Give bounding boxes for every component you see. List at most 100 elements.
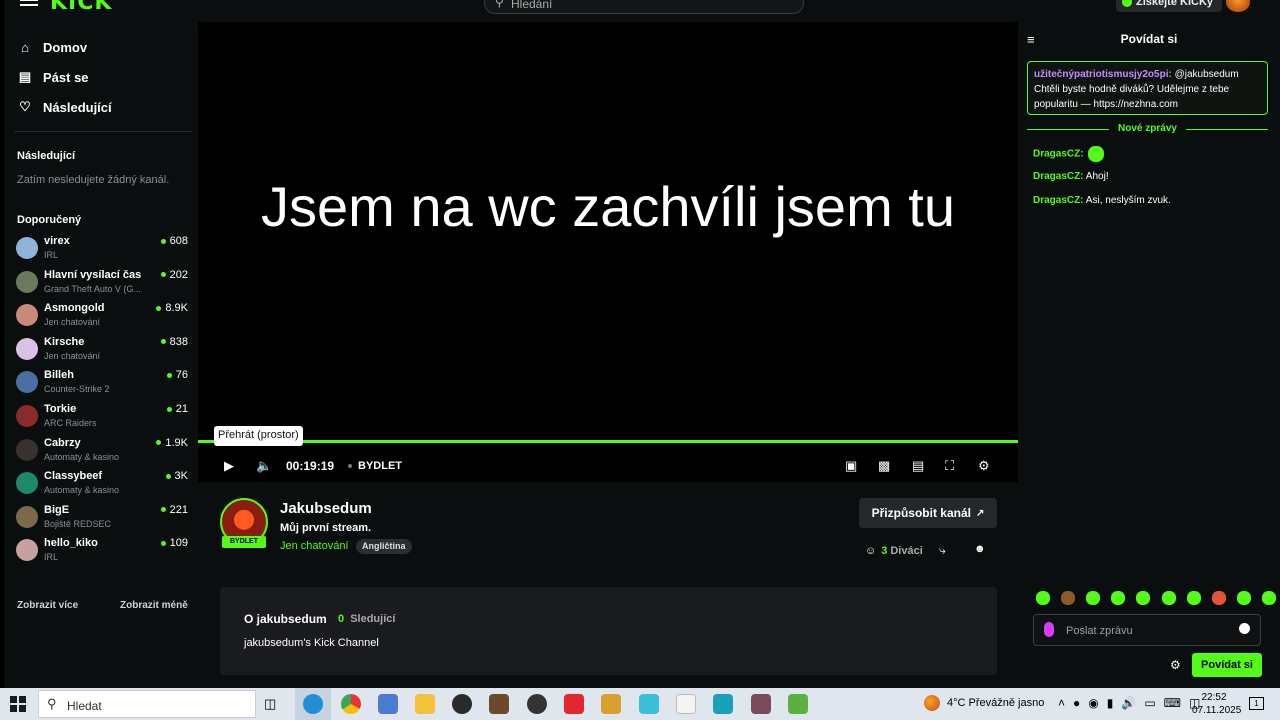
emote-icon[interactable] xyxy=(1136,591,1151,605)
language-tag[interactable]: Angličtina xyxy=(356,539,412,554)
recommended-channel[interactable]: Classybeef Automaty & kasino 3K xyxy=(16,468,188,498)
emote-icon[interactable] xyxy=(1061,591,1076,605)
channel-category: Automaty & kasino xyxy=(44,485,120,496)
clock-date: 07.11.2025 xyxy=(1192,705,1242,716)
nav-home[interactable]: ⌂ Domov xyxy=(16,36,87,58)
windows-start-icon[interactable] xyxy=(10,696,26,712)
chat-input[interactable] xyxy=(1033,614,1261,646)
pinned-user[interactable]: užitečnýpatriotismusjy2o5pi: xyxy=(1034,69,1172,80)
emote-icon[interactable] xyxy=(1111,591,1126,605)
app-icon[interactable] xyxy=(527,694,547,714)
show-more-link[interactable]: Zobrazit více xyxy=(17,600,78,611)
app-icon[interactable] xyxy=(639,694,659,714)
external-link-icon: ↗ xyxy=(975,507,985,519)
nav-following[interactable]: ♡ Následující xyxy=(16,96,111,118)
edge-browser-icon[interactable] xyxy=(303,694,323,714)
live-dot-icon xyxy=(160,540,166,546)
viewer-count-value: 109 xyxy=(169,537,188,550)
recommended-channel[interactable]: BigE Bojiště REDSEC 221 xyxy=(16,502,188,532)
nav-browse[interactable]: ▤ Pást se xyxy=(16,66,89,88)
play-icon[interactable]: ▶ xyxy=(224,452,234,480)
chrome-icon[interactable] xyxy=(341,694,361,714)
weather-widget[interactable]: 4°C Převážně jasno xyxy=(924,695,1044,711)
emote-icon[interactable] xyxy=(1211,591,1226,605)
app-icon[interactable] xyxy=(601,694,621,714)
recommended-channel[interactable]: Torkie ARC Raiders 21 xyxy=(16,401,188,431)
recommended-channel[interactable]: Cabrzy Automaty & kasino 1.9K xyxy=(16,435,188,465)
recommended-channel[interactable]: hello_kiko IRL 109 xyxy=(16,535,188,565)
emote-icon[interactable] xyxy=(1161,591,1176,605)
wps-icon[interactable] xyxy=(564,694,584,714)
recommended-channel[interactable]: Hlavní vysílací čas Grand Theft Auto V (G… xyxy=(16,267,188,297)
play-tooltip: Přehrát (prostor) xyxy=(214,426,303,446)
channel-category: ARC Raiders xyxy=(44,418,97,428)
store-icon[interactable] xyxy=(378,694,398,714)
emote-icon[interactable] xyxy=(1086,591,1101,605)
viewer-count-value: 838 xyxy=(169,335,188,348)
app-icon[interactable] xyxy=(751,694,771,714)
game-icon[interactable] xyxy=(489,694,509,714)
video-overlay-text: Jsem na wc zachvíli jsem tu xyxy=(261,175,955,238)
send-chat-button[interactable]: Povídat si xyxy=(1192,653,1262,677)
windows-taskbar: ⚲ Hledat ◫ 4°C Převážně jasno ˄ ● ◉ ▮ 🔊 … xyxy=(0,688,1280,720)
emote-icon[interactable] xyxy=(1236,591,1251,605)
channel-category: Bojiště REDSEC xyxy=(44,518,112,529)
battery-icon[interactable]: ▭ xyxy=(1144,696,1155,710)
chat-username[interactable]: DragasCZ: xyxy=(1033,171,1084,182)
emoji-picker-icon[interactable] xyxy=(1239,623,1250,634)
chat-panel: ≡ Povídat si užitečnýpatriotismusjy2o5pi… xyxy=(1018,22,1280,688)
chat-username[interactable]: DragasCZ: xyxy=(1033,195,1084,206)
keyboard-icon[interactable]: ⌨ xyxy=(1164,696,1181,710)
get-kicks-button[interactable]: Získejte KICKy xyxy=(1116,0,1222,12)
settings-gear-icon[interactable]: ⚙ xyxy=(978,452,990,480)
volume-icon[interactable]: 🔊 xyxy=(1121,696,1136,710)
emote-icon[interactable] xyxy=(1036,591,1050,605)
shield-icon[interactable]: ◉ xyxy=(1088,696,1098,710)
recommended-channel[interactable]: virex IRL 608 xyxy=(16,233,188,263)
notification-center-icon[interactable]: 1 xyxy=(1249,697,1264,710)
microphone-icon[interactable]: ▮ xyxy=(1107,696,1114,710)
kick-logo[interactable]: KICK xyxy=(50,0,112,15)
customize-channel-button[interactable]: Přizpůsobit kanál ↗ xyxy=(859,498,997,528)
chat-settings-icon[interactable]: ⚙ xyxy=(1170,658,1181,672)
channel-name[interactable]: Jakubsedum xyxy=(280,500,372,517)
channel-name: Torkie xyxy=(44,403,77,415)
menu-icon[interactable] xyxy=(20,0,38,8)
taskbar-search-placeholder: Hledat xyxy=(67,699,102,713)
stream-category[interactable]: Jen chatování xyxy=(280,540,349,552)
obs-icon[interactable] xyxy=(452,694,472,714)
volume-icon[interactable]: 🔈 xyxy=(256,452,272,480)
video-player[interactable]: Jsem na wc zachvíli jsem tu Přehrát (pro… xyxy=(198,22,1018,482)
theater-mode-icon[interactable]: ▤ xyxy=(912,452,924,480)
user-avatar[interactable] xyxy=(1226,0,1250,12)
progress-bar[interactable] xyxy=(198,440,1018,443)
category-dot xyxy=(348,464,352,468)
chevron-up-icon[interactable]: ˄ xyxy=(1058,696,1065,710)
microphone-icon[interactable] xyxy=(1044,622,1054,637)
vpn-icon[interactable] xyxy=(713,694,733,714)
file-explorer-icon[interactable] xyxy=(415,694,435,714)
user-options-icon[interactable]: ☻ xyxy=(974,543,986,555)
minecraft-icon[interactable] xyxy=(788,694,808,714)
recommended-channel[interactable]: Billeh Counter-Strike 2 76 xyxy=(16,367,188,397)
following-empty-text: Zatím nesledujete žádný kanál. xyxy=(17,174,170,186)
clip-icon[interactable]: ▩ xyxy=(878,452,890,480)
emote-icon[interactable] xyxy=(1186,591,1201,605)
fullscreen-icon[interactable]: ⛶ xyxy=(945,452,954,480)
search-input[interactable]: ⚲ Hledání xyxy=(484,0,804,14)
task-view-icon[interactable]: ◫ xyxy=(264,696,282,716)
taskbar-search[interactable]: ⚲ Hledat xyxy=(38,690,256,718)
chat-message-field[interactable] xyxy=(1066,622,1226,640)
emote-icon[interactable] xyxy=(1261,591,1276,605)
channel-avatar xyxy=(16,304,38,327)
chat-username[interactable]: DragasCZ: xyxy=(1033,149,1084,160)
show-less-link[interactable]: Zobrazit méně xyxy=(120,600,188,611)
recommended-channel[interactable]: Asmongold Jen chatování 8.9K xyxy=(16,300,188,330)
clock-time: 22:52 xyxy=(1201,692,1227,703)
tray-app-icon[interactable]: ● xyxy=(1073,696,1080,710)
mini-player-icon[interactable]: ▣ xyxy=(845,452,857,480)
notepad-icon[interactable] xyxy=(676,694,696,714)
taskbar-clock[interactable]: 22:52 07.11.2025 xyxy=(1192,691,1242,717)
recommended-channel[interactable]: Kirsche Jen chatování 838 xyxy=(16,334,188,364)
share-icon[interactable]: ⤷ xyxy=(939,543,946,558)
